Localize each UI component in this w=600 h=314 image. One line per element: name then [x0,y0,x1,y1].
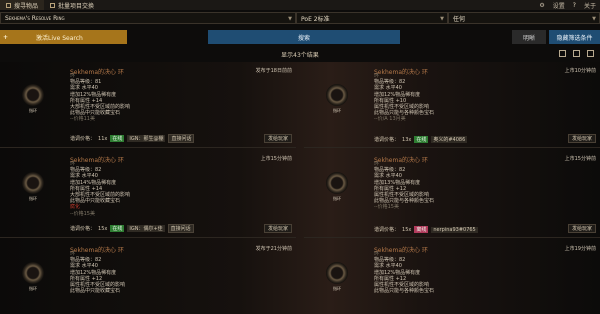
listed-time: 上市19分钟前 [564,246,596,252]
price-label: 谐调价格： [374,227,400,233]
result-card: 指环 Sekhema的决心 环 发布于21分钟前 环 物品等级：82 需求 水平… [0,240,296,314]
direct-whisper-button[interactable]: 直接问话 [168,134,195,143]
price-label: 谐调价格： [374,137,400,143]
thumb-label: 指环 [29,286,37,291]
status-value: 任何 [453,15,466,23]
item-mods: 环 物品等级：82 需求 水平40 增加12%物品稀有度 所有属性 +12 属性… [374,251,434,294]
price-label: 谐调价格： [70,226,96,232]
price-note: --价格11美 [70,116,95,123]
price-footer: 谐调价格： 13x 在线 奥义的#4086 [374,136,468,143]
exchange-tab-icon [50,2,56,8]
status-badge: 离线 [414,226,429,233]
price-amount: 15x [402,226,412,233]
result-card: 指环 Sekhema的决心 环 上市15分钟前 环 物品等级：82 需求 水平4… [0,150,296,238]
ring-icon[interactable] [22,262,44,284]
briefcase-icon[interactable] [559,50,566,57]
listed-time: 发布于21分钟前 [255,246,292,252]
listed-time: 上市10分钟前 [564,68,596,74]
help-icon[interactable]: ? [573,2,576,9]
top-bar: 搜寻物品 批量项目交换 ⚙ 设置 ? 关于 [0,0,600,10]
gear-icon[interactable]: ⚙ [539,2,544,9]
view-toggle-group [559,50,594,57]
chevron-down-icon[interactable]: ▼ [592,16,596,22]
whisper-button[interactable]: 发给玩家 [567,224,596,233]
price-footer: 谐调价格： 15x 在线 IGN：偶尔+佳 直接问话 [70,224,194,233]
clear-button[interactable]: 明晰 [512,30,546,44]
status-badge: 在线 [110,135,125,142]
price-amount: 13x [402,136,412,143]
item-search-value: Sekhema's Resolve Ring [5,14,65,22]
tab-label: 批量项目交换 [58,2,95,10]
top-right-menu: ⚙ 设置 ? 关于 [539,0,596,10]
item-search-field[interactable]: Sekhema's Resolve Ring ▼ [0,12,296,24]
seller-name: IGN：那生@棚 [127,135,166,142]
league-value: PoE 2标准 [301,15,330,23]
whisper-button[interactable]: 发给玩家 [567,134,596,143]
result-card: 指环 Sekhema的决心 环 上市10分钟前 环 物品等级：82 需求 水平4… [304,62,600,148]
settings-link[interactable]: 设置 [553,1,565,10]
price-amount: 15x [98,225,108,232]
chevron-down-icon[interactable]: ▼ [440,16,444,22]
thumb-label: 指环 [333,286,341,291]
about-link[interactable]: 关于 [584,1,596,10]
grid-view-icon[interactable] [573,50,580,57]
tab-label: 搜寻物品 [14,2,39,10]
item-mods: 环 物品等级：82 需求 水平40 增加12%物品稀有度 所有属性 +12 属性… [70,251,125,294]
item-mod: 此物品只能与各种颜色宝石 [374,288,435,295]
result-card: 指环 Sekhema的决心 环 发布于18日前前 环 物品等级：81 需求 水平… [0,62,296,148]
live-search-label: 激活Live Search [36,34,83,42]
status-badge: 在线 [110,225,125,232]
result-card: 指环 Sekhema的决心 环 上市15分钟前 环 物品等级：82 需求 水平4… [304,150,600,238]
item-mods: 环 物品等级：81 需求 水平40 增加12%物品稀有度 所有属性 +14 大部… [70,73,130,123]
item-mod: 此物品中只能收藏宝石 [70,288,121,295]
search-tab-icon [6,2,11,8]
price-note: --价格15美 [374,204,399,211]
live-search-button[interactable]: + 激活Live Search [0,30,127,44]
tab-search-items[interactable]: 搜寻物品 [0,0,45,10]
seller-name: 奥义的#4086 [431,136,468,143]
thumb-label: 指环 [333,196,341,201]
ring-icon[interactable] [22,84,44,106]
thumb-label: 指环 [29,108,37,113]
result-count: 显示43个结果 [281,52,319,59]
search-button[interactable]: 搜索 [208,30,400,44]
whisper-button[interactable]: 发给玩家 [263,134,292,143]
chevron-down-icon[interactable]: ▼ [288,16,292,22]
results-grid: 指环 Sekhema的决心 环 发布于18日前前 环 物品等级：81 需求 水平… [0,62,600,314]
item-mods: 环 物品等级：82 需求 水平40 增加14%物品稀有度 所有属性 +14 大部… [70,161,130,217]
price-footer: 谐调价格： 15x 离线 nerpina93#0765 [374,226,478,233]
seller-name: nerpina93#0765 [431,226,478,233]
price-note: --价/A 13月美 [374,116,406,123]
price-footer: 谐调价格： 11x 在线 IGN：那生@棚 直接问话 [70,134,195,143]
status-badge: 在线 [414,136,429,143]
ring-icon[interactable] [326,84,348,106]
whisper-button[interactable]: 发给玩家 [263,224,292,233]
action-row: + 激活Live Search 搜索 明晰 隐藏筛选条件 [0,30,600,44]
seller-name: IGN：偶尔+佳 [127,225,165,232]
search-row: Sekhema's Resolve Ring ▼ PoE 2标准 ▼ 任何 ▼ [0,12,600,24]
ring-icon[interactable] [22,172,44,194]
result-card: 指环 Sekhema的决心 环 上市19分钟前 环 物品等级：82 需求 水平4… [304,240,600,314]
direct-whisper-button[interactable]: 直接问话 [167,224,194,233]
hide-filters-button[interactable]: 隐藏筛选条件 [549,30,600,44]
price-amount: 11x [98,135,108,142]
thumb-label: 指环 [29,196,37,201]
item-mods: 环 物品等级：82 需求 水平40 增加12%物品稀有度 所有属性 +10 属性… [374,73,434,123]
listed-time: 发布于18日前前 [255,68,292,74]
ring-icon[interactable] [326,262,348,284]
status-select[interactable]: 任何 ▼ [448,12,600,24]
tab-bulk-exchange[interactable]: 批量项目交换 [44,0,100,10]
price-note: --价格15美 [70,210,95,217]
ring-icon[interactable] [326,172,348,194]
price-label: 谐调价格： [70,136,96,142]
listed-time: 上市15分钟前 [564,156,596,162]
plus-icon: + [3,33,9,41]
item-mods: 环 物品等级：82 需求 水平40 增加13%物品稀有度 所有属性 +12 属性… [374,161,434,211]
league-select[interactable]: PoE 2标准 ▼ [296,12,448,24]
thumb-label: 指环 [333,108,341,113]
listed-time: 上市15分钟前 [260,156,292,162]
list-view-icon[interactable] [587,50,594,57]
